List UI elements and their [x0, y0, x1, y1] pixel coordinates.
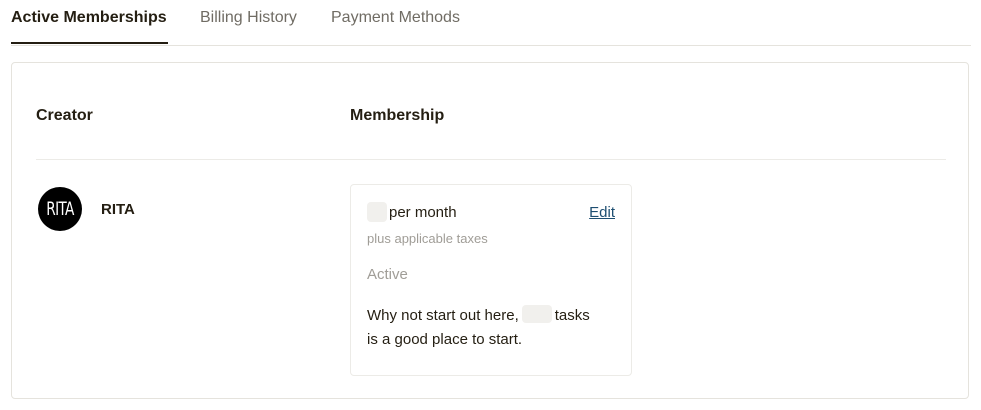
tab-billing-history[interactable]: Billing History — [200, 9, 297, 27]
membership-status: Active — [367, 266, 408, 283]
column-header-membership: Membership — [350, 107, 445, 124]
creator-name[interactable]: RITA — [101, 201, 135, 219]
tab-active-memberships[interactable]: Active Memberships — [11, 9, 167, 27]
membership-details: per month Edit plus applicable taxes Act… — [350, 184, 632, 376]
tier-description-line-1: Why not start out here, tasks — [367, 304, 619, 328]
redacted-price — [367, 202, 387, 222]
tier-description-part-1: Why not start out here, — [367, 307, 519, 324]
avatar-logo-text: RITA — [46, 197, 74, 220]
tier-description-part-3: is a good place to start. — [367, 331, 523, 348]
tier-description-part-2: tasks — [554, 307, 590, 324]
header-divider — [36, 159, 946, 160]
column-header-creator: Creator — [36, 107, 93, 124]
tab-payment-methods[interactable]: Payment Methods — [331, 9, 460, 27]
creator-avatar[interactable]: RITA — [38, 187, 82, 231]
active-tab-indicator — [11, 42, 168, 44]
tax-note: plus applicable taxes — [367, 231, 488, 246]
memberships-card: Creator Membership RITA RITA per month E… — [11, 62, 969, 399]
edit-membership-link[interactable]: Edit — [589, 204, 615, 222]
tab-bar: Active Memberships Billing History Payme… — [11, 0, 971, 46]
tier-description: Why not start out here, tasks is a good p… — [367, 304, 619, 352]
price-period: per month — [389, 204, 457, 221]
redacted-name — [521, 305, 552, 323]
